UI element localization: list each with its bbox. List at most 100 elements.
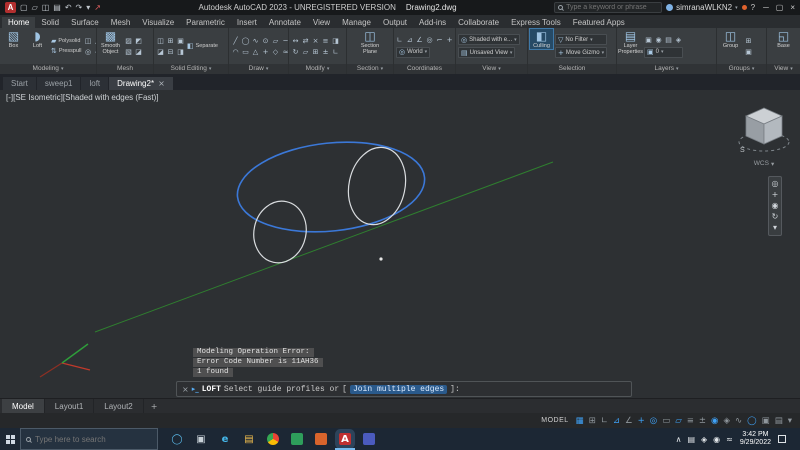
- tool-icon[interactable]: ◎: [425, 35, 434, 45]
- green-axis-line[interactable]: [95, 162, 553, 332]
- ribbon-tab[interactable]: Featured Apps: [567, 17, 631, 28]
- nav-tool-icon[interactable]: ◎: [772, 180, 779, 188]
- quick-access-icon[interactable]: ▢: [20, 3, 28, 12]
- tool-icon[interactable]: ↔: [291, 36, 300, 46]
- ribbon-tool-button[interactable]: ⇅ Presspull: [51, 47, 82, 55]
- autocad-icon[interactable]: A: [339, 433, 351, 445]
- tray-icon[interactable]: ≈: [726, 435, 733, 444]
- tool-icon[interactable]: ◇: [94, 47, 97, 57]
- panel-label[interactable]: Modify ▾: [289, 64, 346, 74]
- tool-icon[interactable]: ╱: [231, 36, 240, 46]
- tool-icon[interactable]: ⇄: [301, 36, 310, 46]
- nav-tool-icon[interactable]: ▾: [773, 224, 777, 232]
- file-tab[interactable]: loft×: [81, 77, 108, 90]
- tray-icon[interactable]: ◈: [701, 435, 707, 444]
- tool-icon[interactable]: ◉: [654, 35, 663, 45]
- tool-icon[interactable]: ↻: [291, 47, 300, 57]
- status-toggle-icon[interactable]: ≡: [687, 416, 694, 426]
- command-line[interactable]: × ▸_ LOFT Select guide profiles or [ Joi…: [176, 381, 632, 397]
- tool-icon[interactable]: ≡: [321, 36, 330, 46]
- tool-icon[interactable]: △: [251, 47, 260, 57]
- help-icon[interactable]: ?: [751, 3, 755, 12]
- drawing-viewport[interactable]: [-][SE Isometric][Shaded with edges (Fas…: [0, 90, 800, 398]
- tool-icon[interactable]: ◈: [674, 35, 683, 45]
- tool-icon[interactable]: ≈: [281, 47, 288, 57]
- ribbon-tab[interactable]: Parametric: [180, 17, 231, 28]
- tool-icon[interactable]: ▣: [644, 35, 653, 45]
- status-toggle-icon[interactable]: ◈: [723, 416, 730, 426]
- ribbon-tool-button[interactable]: ▰ Polysolid: [51, 37, 82, 45]
- status-toggle-icon[interactable]: ◯: [747, 416, 757, 426]
- ribbon-tool-button[interactable]: ◫ Section Plane: [359, 29, 382, 55]
- viewport-controls[interactable]: [-][SE Isometric][Shaded with edges (Fas…: [6, 93, 159, 102]
- ribbon-tab[interactable]: Manage: [336, 17, 377, 28]
- tray-icon[interactable]: ◉: [713, 435, 720, 444]
- tray-icon[interactable]: ▤: [687, 435, 695, 444]
- close-button[interactable]: ×: [790, 3, 795, 12]
- tool-icon[interactable]: +: [445, 35, 454, 45]
- tool-icon[interactable]: ⌐: [435, 35, 444, 45]
- file-explorer-icon[interactable]: ▤: [243, 433, 255, 445]
- tool-icon[interactable]: ⊿: [405, 35, 414, 45]
- quick-access-icon[interactable]: ▱: [32, 3, 38, 12]
- taskbar-clock[interactable]: 3:42 PM 9/29/2022: [740, 431, 771, 447]
- cortana-icon[interactable]: ◯: [171, 433, 183, 445]
- close-command-icon[interactable]: ×: [182, 385, 189, 394]
- file-tab[interactable]: sweep1×: [37, 77, 81, 90]
- ribbon-tab[interactable]: Insert: [231, 17, 263, 28]
- ribbon-tab[interactable]: Annotate: [263, 17, 307, 28]
- tool-icon[interactable]: ▧: [124, 47, 133, 57]
- task-view-icon[interactable]: ▣: [195, 433, 207, 445]
- tool-icon[interactable]: ▱: [271, 36, 280, 46]
- ribbon-tool-button[interactable]: ▧ Box: [2, 29, 25, 49]
- status-toggle-icon[interactable]: ⊞: [589, 416, 596, 426]
- tool-icon[interactable]: ◪: [134, 47, 143, 57]
- ribbon-dropdown[interactable]: ▽ No Filter ▾: [555, 34, 607, 45]
- infocenter-search[interactable]: [554, 2, 662, 13]
- ucs-icon[interactable]: [40, 344, 90, 377]
- tool-icon[interactable]: ⊞: [166, 36, 175, 46]
- culling-toggle-button[interactable]: ◧ Culling: [530, 29, 553, 49]
- ribbon-dropdown[interactable]: + Move Gizmo ▾: [555, 47, 607, 58]
- tool-icon[interactable]: ─: [281, 36, 288, 46]
- ribbon-tab[interactable]: View: [307, 17, 336, 28]
- tray-icon[interactable]: ∧: [676, 435, 682, 444]
- ribbon-tab[interactable]: Express Tools: [505, 17, 567, 28]
- share-icon[interactable]: ↗: [94, 3, 101, 12]
- ribbon-tab[interactable]: Home: [2, 17, 35, 28]
- panel-label[interactable]: Groups ▾: [717, 64, 766, 74]
- ribbon-tab[interactable]: Collaborate: [452, 17, 505, 28]
- tool-icon[interactable]: ⊙: [261, 36, 270, 46]
- ribbon-tool-button[interactable]: ◧ Separate: [187, 42, 218, 50]
- tool-icon[interactable]: ▣: [176, 36, 185, 46]
- app-icon-orange[interactable]: [315, 433, 327, 445]
- file-tab[interactable]: Start×: [3, 77, 36, 90]
- tool-icon[interactable]: ⊟: [166, 47, 175, 57]
- app-icon-blue[interactable]: [363, 433, 375, 445]
- tool-icon[interactable]: ⊞: [311, 47, 320, 57]
- loft-guide-ellipse[interactable]: [233, 133, 429, 240]
- ribbon-dropdown[interactable]: ◎ Shaded with e... ▾: [458, 34, 520, 45]
- autocad-logo-icon[interactable]: A: [5, 2, 16, 13]
- start-button[interactable]: [0, 428, 20, 450]
- quick-access-icon[interactable]: ▤: [53, 3, 61, 12]
- quick-access-icon[interactable]: ↷: [76, 3, 83, 12]
- chrome-icon[interactable]: [267, 433, 279, 445]
- maximize-button[interactable]: ▢: [776, 3, 784, 12]
- tool-icon[interactable]: ▱: [301, 47, 310, 57]
- ribbon-tool-button[interactable]: ◗ Loft: [26, 29, 49, 49]
- layout-tab[interactable]: Layout1: [45, 399, 94, 413]
- nav-tool-icon[interactable]: ◉: [772, 202, 779, 210]
- user-account-menu[interactable]: simranaWLKN2 ▾: [666, 3, 738, 12]
- tool-icon[interactable]: ◫: [156, 36, 165, 46]
- quick-access-icon[interactable]: ◫: [42, 3, 50, 12]
- viewcube-icon[interactable]: S: [737, 104, 791, 154]
- status-toggle-icon[interactable]: ▣: [762, 416, 770, 426]
- tool-icon[interactable]: ∟: [395, 35, 404, 45]
- tool-icon[interactable]: ◎: [84, 47, 93, 57]
- ribbon-tool-button[interactable]: ◫ Group: [719, 29, 742, 49]
- ribbon-tab[interactable]: Solid: [35, 17, 65, 28]
- tool-icon[interactable]: ∿: [251, 36, 260, 46]
- tool-icon[interactable]: ◨: [331, 36, 340, 46]
- wcs-dropdown[interactable]: WCS ▾: [736, 160, 792, 168]
